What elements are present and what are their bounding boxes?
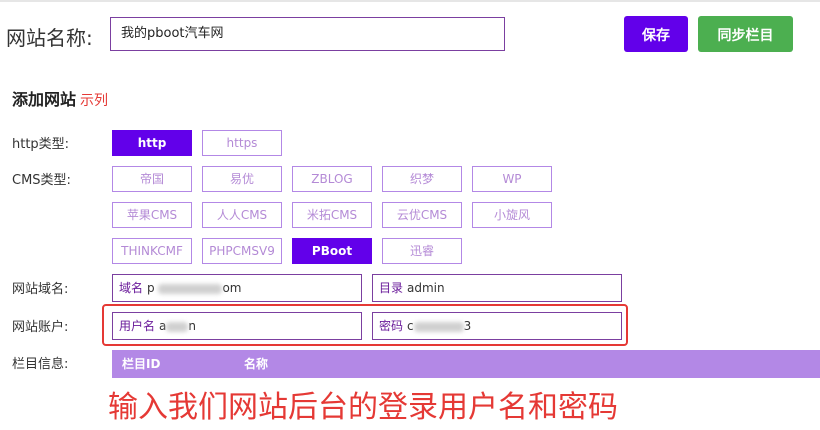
http-type-label: http类型: [12, 137, 70, 152]
column-table-header: 栏目ID 名称 [112, 350, 820, 378]
directory-field-value: admin [407, 281, 445, 295]
cms-option-wp[interactable]: WP [472, 166, 552, 192]
site-domain-label: 网站域名: [12, 282, 69, 297]
example-link[interactable]: 示列 [80, 93, 108, 109]
annotation-highlight-box [102, 304, 628, 346]
domain-field-value: p om [147, 281, 242, 295]
section-title-text: 添加网站 [12, 90, 77, 109]
directory-field-label: 目录 [379, 281, 404, 295]
annotation-caption: 输入我们网站后台的登录用户名和密码 [108, 390, 618, 425]
directory-field[interactable]: 目录 admin [372, 274, 622, 302]
site-name-input[interactable]: 我的pboot汽车网 [110, 17, 505, 51]
cms-type-label: CMS类型: [12, 173, 71, 188]
section-title: 添加网站 示列 [12, 86, 108, 110]
cms-option-mituo[interactable]: 米拓CMS [292, 202, 372, 228]
sync-columns-button[interactable]: 同步栏目 [698, 16, 793, 52]
top-divider [0, 0, 820, 2]
http-option-http[interactable]: http [112, 130, 192, 156]
cms-option-diguo[interactable]: 帝国 [112, 166, 192, 192]
column-header-id: 栏目ID [122, 357, 161, 371]
cms-option-xunrui[interactable]: 迅睿 [382, 238, 462, 264]
column-header-name: 名称 [244, 357, 269, 371]
cms-option-eyou[interactable]: 易优 [202, 166, 282, 192]
cms-option-pingguo[interactable]: 苹果CMS [112, 202, 192, 228]
cms-option-dedecms[interactable]: 织梦 [382, 166, 462, 192]
cms-option-xiaoxuanfeng[interactable]: 小旋风 [472, 202, 552, 228]
domain-field-label: 域名 [119, 281, 144, 295]
column-info-label: 栏目信息: [12, 357, 69, 372]
http-option-https[interactable]: https [202, 130, 282, 156]
cms-option-yunyou[interactable]: 云优CMS [382, 202, 462, 228]
cms-option-renren[interactable]: 人人CMS [202, 202, 282, 228]
cms-option-pboot[interactable]: PBoot [292, 238, 372, 264]
domain-field[interactable]: 域名 p om [112, 274, 362, 302]
cms-option-phpcmsv9[interactable]: PHPCMSV9 [202, 238, 282, 264]
site-account-label: 网站账户: [12, 320, 69, 335]
cms-option-thinkcmf[interactable]: THINKCMF [112, 238, 192, 264]
blurred-text [158, 283, 223, 294]
site-name-label: 网站名称: [6, 26, 93, 50]
cms-option-zblog[interactable]: ZBLOG [292, 166, 372, 192]
save-button[interactable]: 保存 [624, 16, 688, 52]
